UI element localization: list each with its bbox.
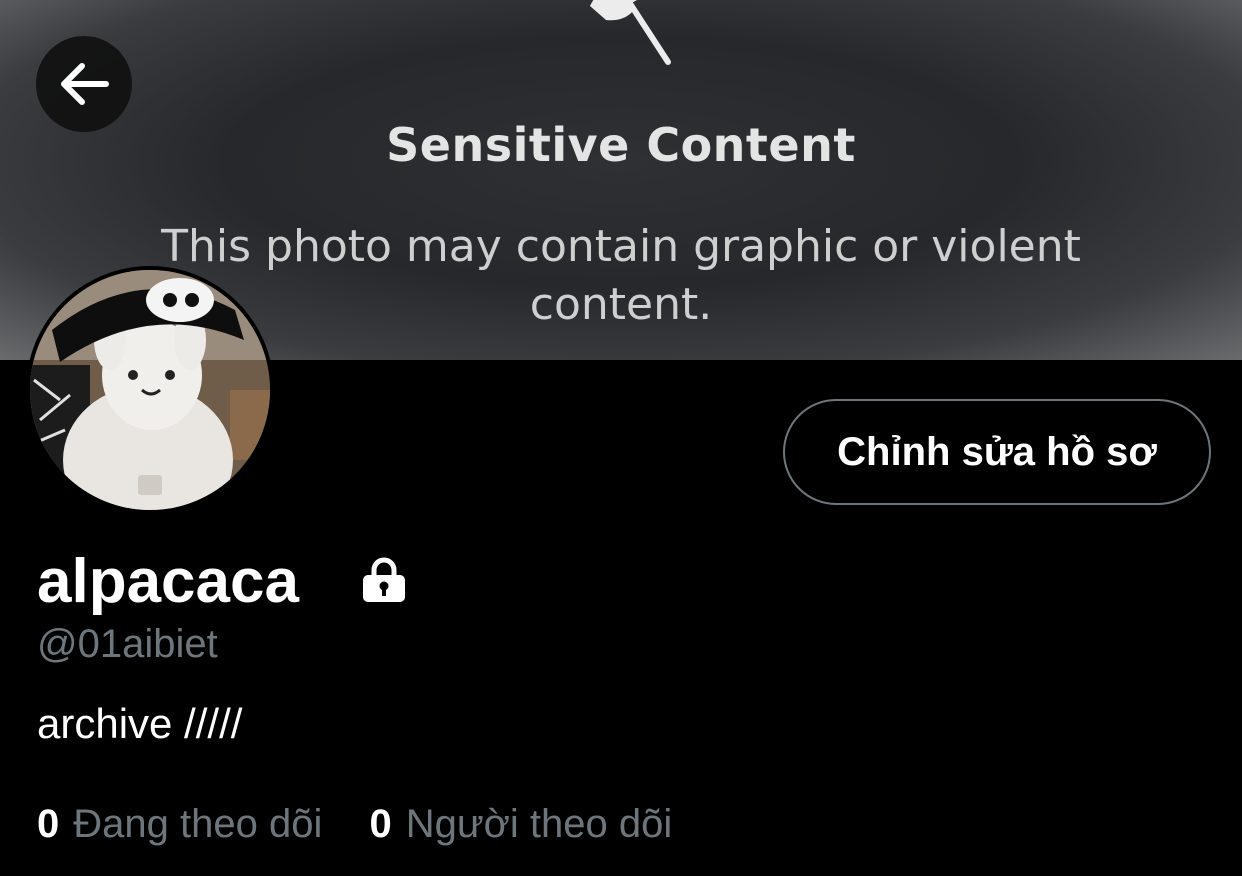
- following-stat[interactable]: 0 Đang theo dõi: [37, 802, 322, 846]
- eye-slash-icon: [590, 0, 671, 65]
- following-count: 0: [37, 802, 60, 846]
- sensitive-content-title: Sensitive Content: [386, 118, 856, 172]
- avatar-image: [30, 270, 270, 510]
- following-label: Đang theo dõi: [73, 802, 323, 846]
- display-name: alpacaca: [37, 547, 299, 616]
- back-button[interactable]: [36, 36, 132, 132]
- followers-stat[interactable]: 0 Người theo dõi: [369, 802, 672, 846]
- profile-bio: archive /////: [37, 700, 243, 747]
- sensitive-content-description: This photo may contain graphic or violen…: [161, 221, 1081, 330]
- followers-label: Người theo dõi: [405, 802, 673, 846]
- lock-icon: [363, 557, 405, 602]
- edit-profile-button[interactable]: Chỉnh sửa hồ sơ: [783, 399, 1211, 505]
- arrow-left-icon: [61, 63, 109, 105]
- user-handle: @01aibiet: [37, 622, 218, 666]
- follow-stats: 0 Đang theo dõi 0 Người theo dõi: [37, 802, 672, 846]
- followers-count: 0: [369, 802, 392, 846]
- avatar[interactable]: [26, 266, 274, 514]
